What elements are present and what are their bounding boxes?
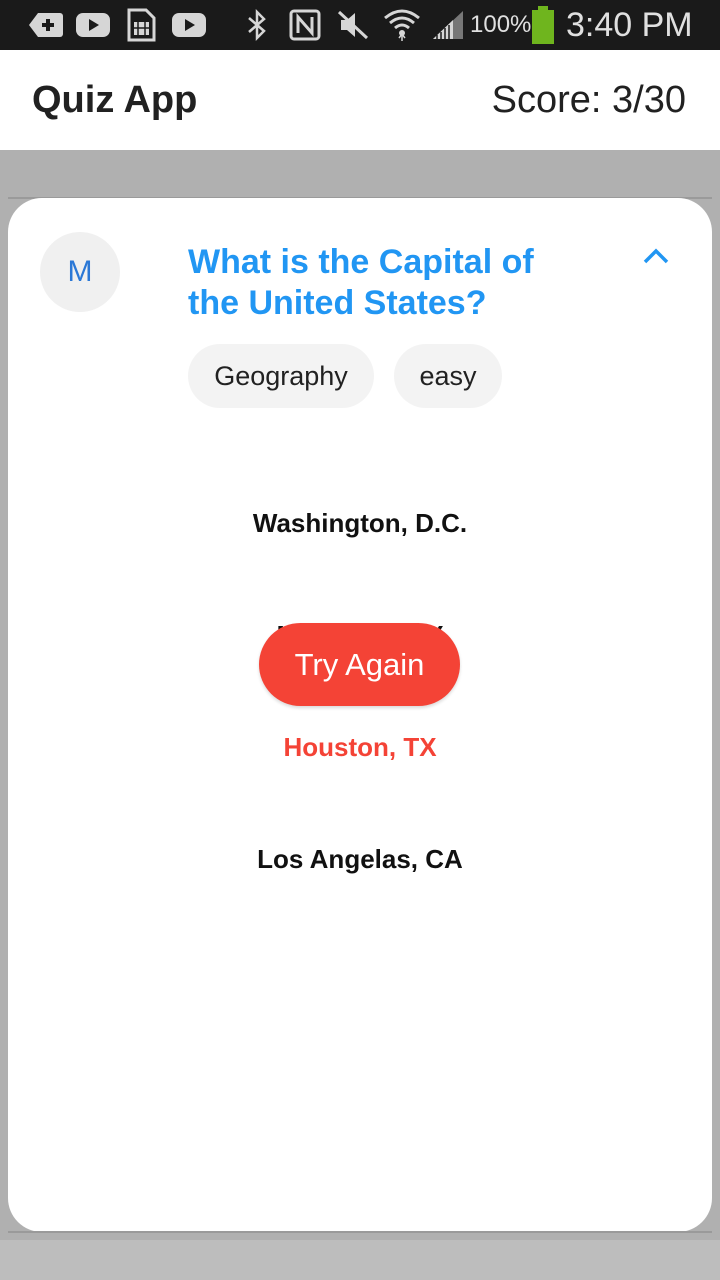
- battery-percent: 100%: [470, 11, 532, 38]
- avatar: M: [40, 232, 120, 312]
- wifi-icon: [382, 6, 422, 44]
- app-title: Quiz App: [32, 79, 198, 121]
- difficulty-chip: easy: [394, 344, 502, 408]
- clock: 3:40 PM: [566, 6, 693, 44]
- divider: [8, 1231, 712, 1233]
- status-bar: 100% 3:40 PM: [0, 0, 720, 50]
- answer-option[interactable]: Los Angelas, CA: [8, 844, 712, 875]
- chevron-up-icon: [643, 248, 669, 264]
- bluetooth-icon: [244, 6, 270, 44]
- collapse-button[interactable]: [636, 238, 676, 274]
- bottom-backdrop: [0, 1240, 720, 1280]
- nfc-icon: [288, 6, 322, 44]
- signal-icon: [430, 6, 466, 44]
- youtube-icon: [74, 6, 112, 44]
- answer-option[interactable]: Washington, D.C.: [8, 508, 712, 539]
- try-again-button[interactable]: Try Again: [259, 623, 460, 706]
- category-chip: Geography: [188, 344, 374, 408]
- answer-option-wrong[interactable]: Houston, TX: [8, 732, 712, 763]
- score-label: Score: 3/30: [491, 79, 686, 121]
- add-notification-icon: [28, 6, 64, 44]
- app-bar: Quiz App Score: 3/30: [0, 50, 720, 150]
- mute-icon: [336, 6, 370, 44]
- question-card: M What is the Capital of the United Stat…: [8, 198, 712, 1232]
- question-text: What is the Capital of the United States…: [188, 243, 534, 322]
- battery-icon: [530, 6, 556, 44]
- sim-card-icon: [124, 6, 158, 44]
- youtube-icon: [170, 6, 208, 44]
